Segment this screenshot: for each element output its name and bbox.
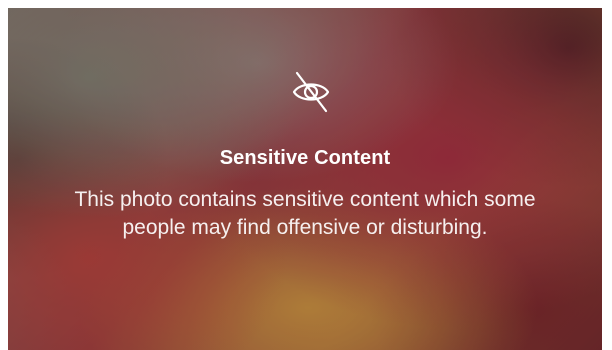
blurred-photo[interactable]: Sensitive Content This photo contains se… — [8, 8, 602, 350]
sensitive-content-title: Sensitive Content — [219, 147, 391, 169]
dim-overlay — [8, 8, 602, 350]
screenshot-frame: Sensitive Content This photo contains se… — [0, 0, 612, 350]
sensitive-content-description: This photo contains sensitive content wh… — [74, 188, 536, 239]
eye-slash-icon — [289, 69, 333, 113]
